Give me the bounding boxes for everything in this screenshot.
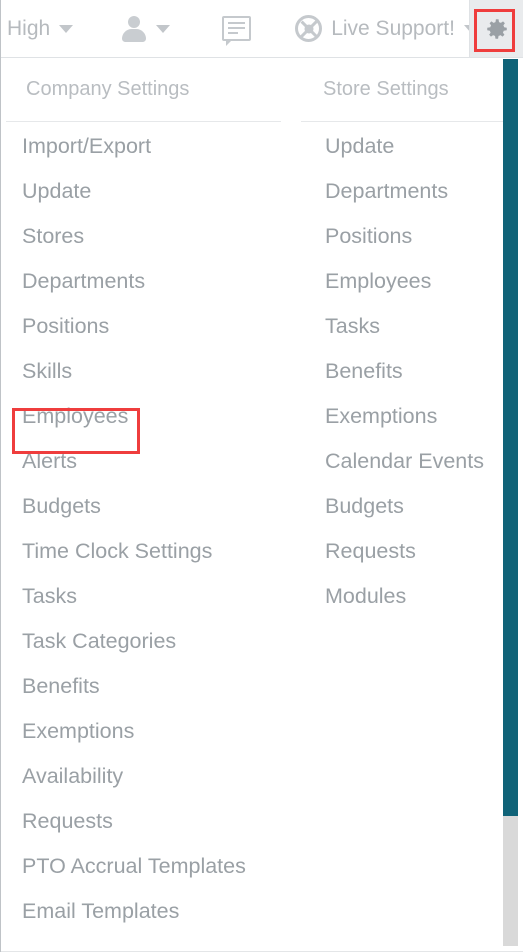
menu-item-employees[interactable]: Employees: [1, 394, 291, 439]
store-menu-item-update[interactable]: Update: [301, 124, 506, 169]
menu-item-skills[interactable]: Skills: [1, 349, 291, 394]
store-menu-item-tasks[interactable]: Tasks: [301, 304, 506, 349]
column-header-store-settings: Store Settings: [301, 58, 511, 122]
person-icon: [121, 15, 147, 42]
column-header-label: Company Settings: [26, 78, 190, 100]
menu-item-tasks[interactable]: Tasks: [1, 574, 291, 619]
store-menu-item-employees[interactable]: Employees: [301, 259, 506, 304]
store-menu-item-budgets[interactable]: Budgets: [301, 484, 506, 529]
store-menu-item-exemptions[interactable]: Exemptions: [301, 394, 506, 439]
menu-item-positions[interactable]: Positions: [1, 304, 291, 349]
priority-selector[interactable]: High: [1, 0, 74, 57]
chevron-down-icon: [59, 24, 74, 33]
company-settings-menu: Import/Export Update Stores Departments …: [1, 124, 291, 934]
column-header-label: Store Settings: [323, 78, 449, 100]
settings-gear-button[interactable]: [469, 0, 523, 57]
live-support-label: Live Support!: [331, 16, 455, 40]
messages-button[interactable]: [222, 0, 252, 57]
menu-item-alerts[interactable]: Alerts: [1, 439, 291, 484]
menu-item-budgets[interactable]: Budgets: [1, 484, 291, 529]
store-menu-item-benefits[interactable]: Benefits: [301, 349, 506, 394]
menu-item-task-categories[interactable]: Task Categories: [1, 619, 291, 664]
vertical-scrollbar[interactable]: [503, 59, 518, 946]
chat-bubble-icon: [222, 16, 252, 46]
menu-item-availability[interactable]: Availability: [1, 754, 291, 799]
store-menu-item-modules[interactable]: Modules: [301, 574, 506, 619]
menu-item-import-export[interactable]: Import/Export: [1, 124, 291, 169]
gear-icon: [487, 18, 507, 39]
menu-item-benefits[interactable]: Benefits: [1, 664, 291, 709]
store-menu-item-positions[interactable]: Positions: [301, 214, 506, 259]
lifebuoy-icon: [295, 15, 323, 42]
menu-item-departments[interactable]: Departments: [1, 259, 291, 304]
column-header-company-settings: Company Settings: [6, 58, 281, 122]
scrollbar-track-lower[interactable]: [503, 816, 518, 946]
menu-item-requests[interactable]: Requests: [1, 799, 291, 844]
menu-item-pto-accrual-templates[interactable]: PTO Accrual Templates: [1, 844, 291, 889]
menu-item-update[interactable]: Update: [1, 169, 291, 214]
store-menu-item-departments[interactable]: Departments: [301, 169, 506, 214]
menu-item-email-templates[interactable]: Email Templates: [1, 889, 291, 934]
menu-item-stores[interactable]: Stores: [1, 214, 291, 259]
priority-selector-label: High: [7, 16, 51, 40]
store-menu-item-requests[interactable]: Requests: [301, 529, 506, 574]
live-support-button[interactable]: Live Support!: [295, 0, 478, 57]
scrollbar-thumb[interactable]: [503, 59, 518, 816]
menu-item-time-clock-settings[interactable]: Time Clock Settings: [1, 529, 291, 574]
settings-dropdown-panel: High Live Support! Company Settings Stor…: [0, 0, 523, 952]
chevron-down-icon: [156, 24, 171, 33]
store-settings-menu: Update Departments Positions Employees T…: [301, 124, 506, 619]
store-menu-item-calendar-events[interactable]: Calendar Events: [301, 439, 506, 484]
user-menu-button[interactable]: [121, 0, 171, 57]
top-navigation-bar: High Live Support!: [1, 0, 523, 58]
menu-item-exemptions[interactable]: Exemptions: [1, 709, 291, 754]
